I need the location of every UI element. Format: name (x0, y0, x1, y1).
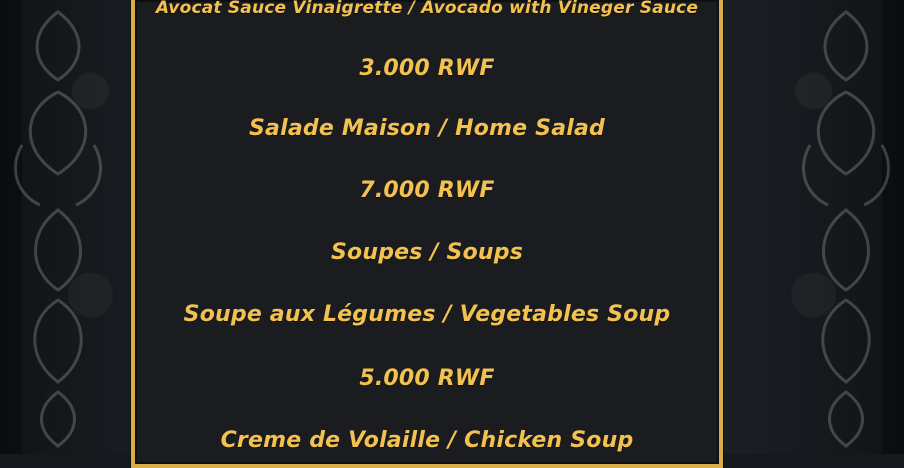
price-home-salad: 7.000 RWF (359, 178, 495, 203)
section-heading-soups: Soupes / Soups (330, 240, 523, 265)
price-avocado: 3.000 RWF (359, 56, 495, 81)
menu-item-home-salad: Salade Maison / Home Salad (249, 116, 605, 141)
right-damask-ornament (802, 10, 890, 448)
left-damask-ornament (14, 10, 102, 448)
menu-item-vegetable-soup: Soupe aux Légumes / Vegetables Soup (183, 302, 671, 327)
menu-panel: Avocat Sauce Vinaigrette / Avocado with … (131, 0, 723, 468)
price-vegetable-soup: 5.000 RWF (359, 366, 495, 391)
menu-item-avocado: Avocat Sauce Vinaigrette / Avocado with … (155, 0, 699, 18)
menu-item-chicken-soup: Creme de Volaille / Chicken Soup (220, 428, 634, 453)
